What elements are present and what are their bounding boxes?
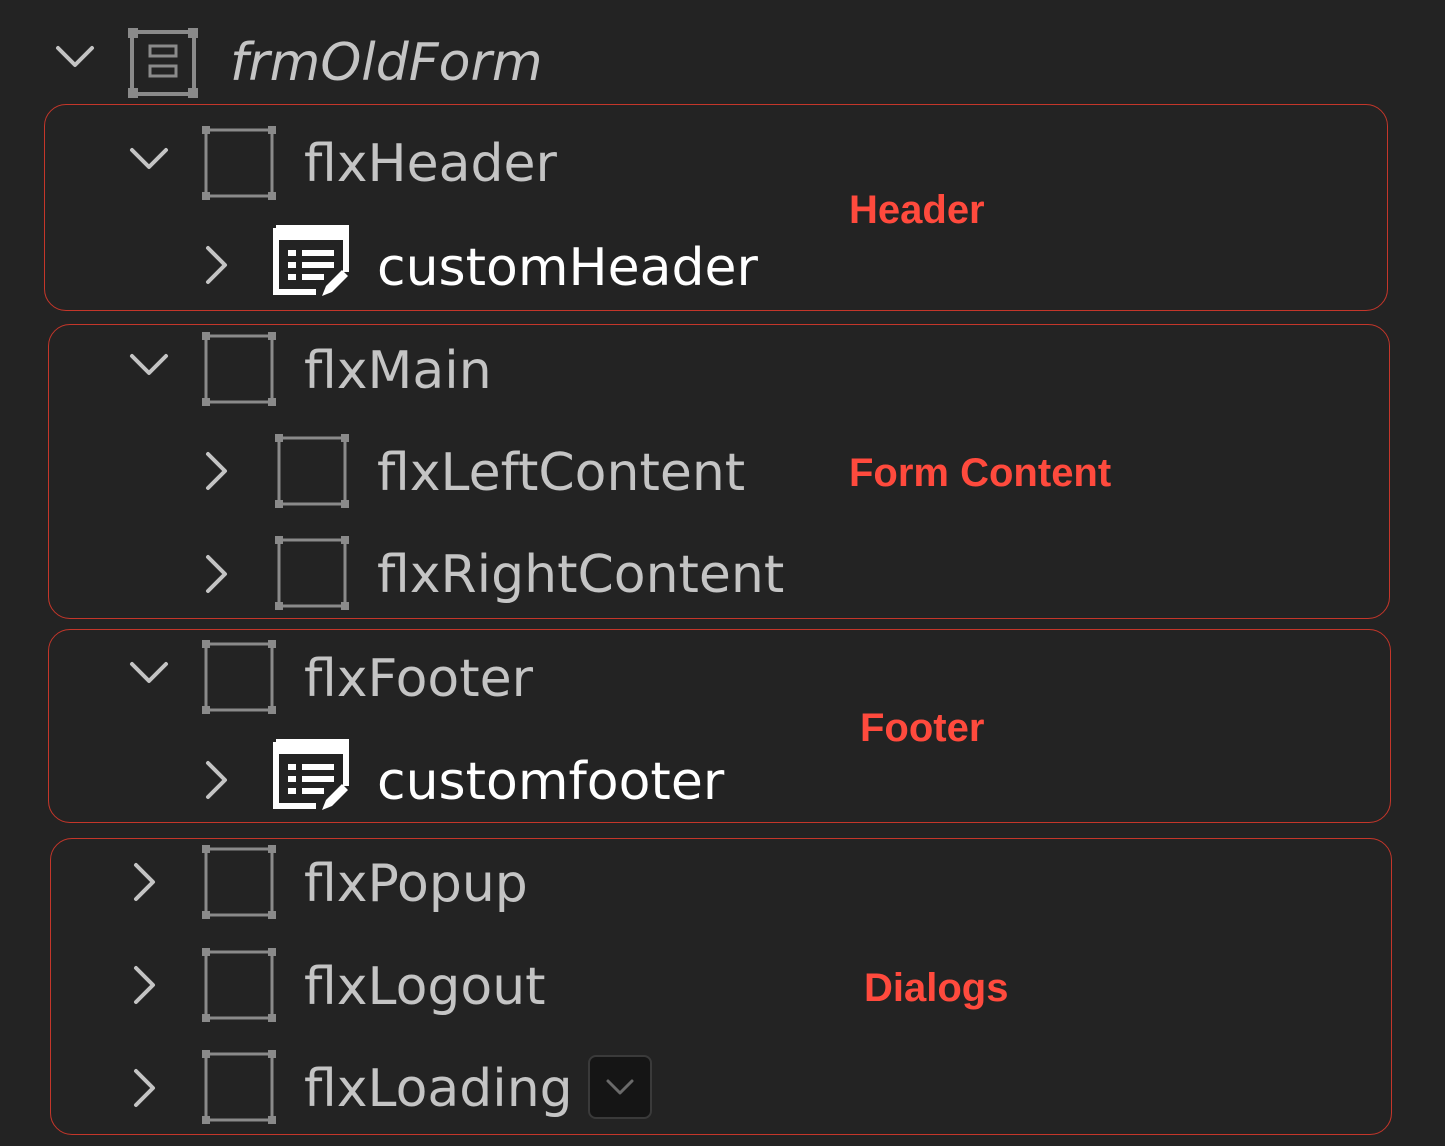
chevron-down-icon[interactable] (124, 134, 174, 184)
chevron-down-icon[interactable] (50, 32, 100, 82)
tree-node-label[interactable]: frmOldForm (230, 37, 542, 89)
flex-container-icon (198, 1046, 280, 1128)
chevron-down-icon[interactable] (124, 648, 174, 698)
tree-node-label[interactable]: flxRightContent (377, 549, 784, 601)
tree-node-label[interactable]: customfooter (377, 756, 724, 808)
chevron-right-icon[interactable] (192, 446, 242, 496)
chevron-down-icon[interactable] (124, 340, 174, 390)
tree-node-label[interactable]: flxMain (304, 345, 492, 397)
form-icon (122, 22, 204, 104)
tree-node-label[interactable]: flxLogout (304, 961, 546, 1013)
tree-node-label[interactable]: flxFooter (304, 653, 533, 705)
node-options-dropdown[interactable] (588, 1055, 652, 1119)
tree-node-label[interactable]: flxPopup (304, 858, 528, 910)
tree-node-label[interactable]: flxHeader (304, 138, 557, 190)
flex-container-icon (198, 122, 280, 204)
annotation-header: Header (849, 188, 985, 232)
chevron-right-icon[interactable] (120, 1063, 170, 1113)
tree-node-label[interactable]: flxLoading (304, 1063, 573, 1115)
chevron-down-icon (606, 1079, 634, 1095)
component-edit-icon (270, 222, 352, 304)
chevron-right-icon[interactable] (192, 755, 242, 805)
annotation-dialogs: Dialogs (864, 966, 1009, 1010)
chevron-right-icon[interactable] (120, 960, 170, 1010)
chevron-right-icon[interactable] (192, 549, 242, 599)
flex-container-icon (198, 328, 280, 410)
flex-container-icon (198, 636, 280, 718)
chevron-right-icon[interactable] (120, 857, 170, 907)
tree-node-label[interactable]: customHeader (377, 242, 758, 294)
annotation-footer: Footer (860, 706, 985, 750)
chevron-right-icon[interactable] (192, 240, 242, 290)
annotation-form-content: Form Content (849, 451, 1112, 495)
flex-container-icon (198, 944, 280, 1026)
flex-container-icon (271, 430, 353, 512)
tree-node-label[interactable]: flxLeftContent (377, 447, 745, 499)
flex-container-icon (198, 841, 280, 923)
component-edit-icon (270, 736, 352, 818)
flex-container-icon (271, 532, 353, 614)
